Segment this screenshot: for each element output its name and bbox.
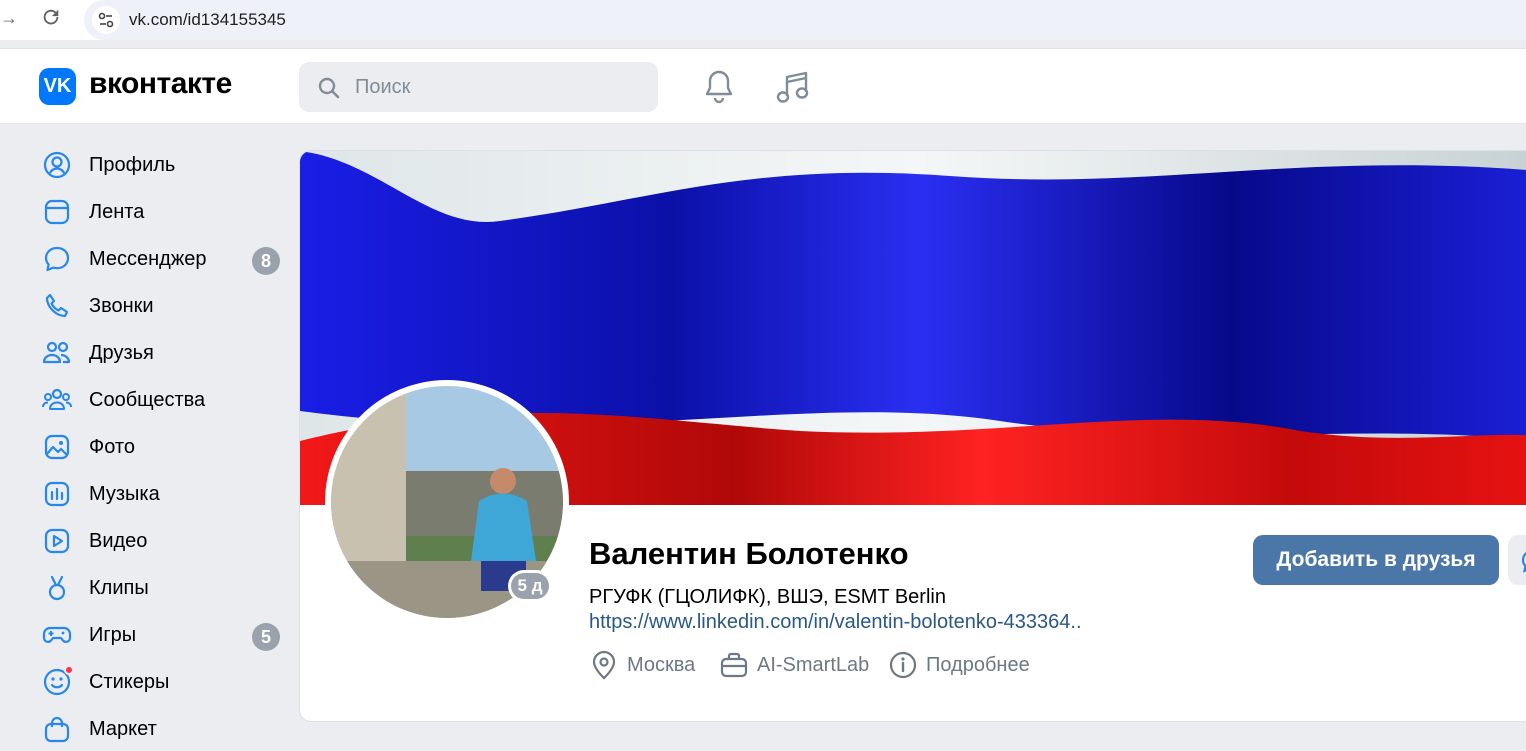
profile-name: Валентин Болотенко (589, 536, 909, 571)
sidebar-item-clips[interactable]: Клипы (40, 566, 285, 610)
sidebar-item-games[interactable]: Игры 5 (40, 613, 285, 657)
games-icon (40, 618, 74, 652)
sidebar-nav: Профиль Лента Мессенджер 8 Звонки Друзья… (0, 124, 290, 743)
phone-icon (40, 289, 74, 323)
sidebar-item-label: Маркет (89, 717, 157, 740)
sidebar-item-calls[interactable]: Звонки (40, 284, 285, 328)
unread-count-badge: 8 (252, 247, 280, 275)
company-text: AI-SmartLab (757, 653, 870, 676)
search-icon (317, 76, 341, 105)
messenger-icon (40, 242, 74, 276)
sidebar-item-label: Друзья (89, 341, 154, 364)
location-pin-icon (592, 650, 616, 680)
video-icon (40, 524, 74, 558)
last-seen-text: 5 д (511, 573, 549, 599)
profile-website-link[interactable]: https://www.linkedin.com/in/valentin-bol… (589, 611, 1082, 634)
music-icon (40, 477, 74, 511)
vk-logo-text[interactable]: вконтакте (89, 67, 232, 101)
sidebar-item-communities[interactable]: Сообщества (40, 378, 285, 422)
sidebar-item-label: Музыка (89, 482, 160, 505)
sidebar-item-market[interactable]: Маркет (40, 707, 285, 751)
sidebar-item-label: Клипы (89, 576, 149, 599)
sidebar-item-profile[interactable]: Профиль (40, 143, 285, 187)
browser-bar: → vk.com/id134155345 (0, 0, 1526, 40)
sidebar-item-label: Фото (89, 435, 135, 458)
message-button[interactable] (1508, 535, 1526, 585)
sidebar-item-label: Стикеры (89, 670, 170, 693)
site-settings-icon[interactable] (92, 6, 120, 34)
info-icon (889, 651, 917, 679)
sidebar-item-music[interactable]: Музыка (40, 472, 285, 516)
sidebar-item-messenger[interactable]: Мессенджер 8 (40, 237, 285, 281)
sidebar-item-label: Звонки (89, 294, 154, 317)
sidebar-item-video[interactable]: Видео (40, 519, 285, 563)
sidebar-item-photo[interactable]: Фото (40, 425, 285, 469)
more-info-text: Подробнее (926, 653, 1030, 676)
communities-icon (40, 383, 74, 417)
profile-icon (40, 148, 74, 182)
vk-logo-icon[interactable]: VK (39, 68, 76, 105)
sidebar-item-label: Игры (89, 623, 137, 646)
url-text[interactable]: vk.com/id134155345 (129, 10, 286, 30)
sidebar-item-feed[interactable]: Лента (40, 190, 285, 234)
music-note-icon[interactable] (776, 69, 810, 110)
profile-more-info[interactable]: Подробнее (889, 650, 1030, 680)
briefcase-icon (720, 652, 748, 678)
sidebar-item-label: Видео (89, 529, 148, 552)
sidebar-item-label: Сообщества (89, 388, 206, 411)
sidebar-item-label: Лента (89, 200, 145, 223)
sidebar-item-label: Мессенджер (89, 247, 207, 270)
message-icon (1521, 552, 1526, 573)
photo-icon (40, 430, 74, 464)
games-count-badge: 5 (252, 623, 280, 651)
reload-icon[interactable] (40, 6, 62, 33)
sidebar-item-label: Профиль (89, 153, 176, 176)
market-icon (40, 712, 74, 746)
profile-company[interactable]: AI-SmartLab (720, 650, 869, 680)
search-input[interactable] (355, 74, 645, 100)
search-box[interactable] (299, 62, 658, 112)
profile-education: РГУФК (ГЦОЛИФК), ВШЭ, ESMT Berlin (589, 586, 946, 608)
profile-city[interactable]: Москва (590, 650, 695, 680)
city-text: Москва (627, 653, 696, 676)
add-friend-button[interactable]: Добавить в друзья (1253, 535, 1499, 585)
new-indicator-dot (64, 665, 74, 675)
forward-icon[interactable]: → (0, 8, 18, 29)
last-seen-badge: 5 д (508, 570, 552, 602)
stickers-icon (40, 665, 74, 699)
sidebar-item-friends[interactable]: Друзья (40, 331, 285, 375)
address-bar[interactable]: vk.com/id134155345 (84, 0, 1526, 40)
feed-icon (40, 195, 74, 229)
notifications-bell-icon[interactable] (703, 69, 735, 110)
friends-icon (40, 336, 74, 370)
clips-icon (40, 571, 74, 605)
vk-header: VK вконтакте (0, 49, 1526, 124)
sidebar-item-stickers[interactable]: Стикеры (40, 660, 285, 704)
